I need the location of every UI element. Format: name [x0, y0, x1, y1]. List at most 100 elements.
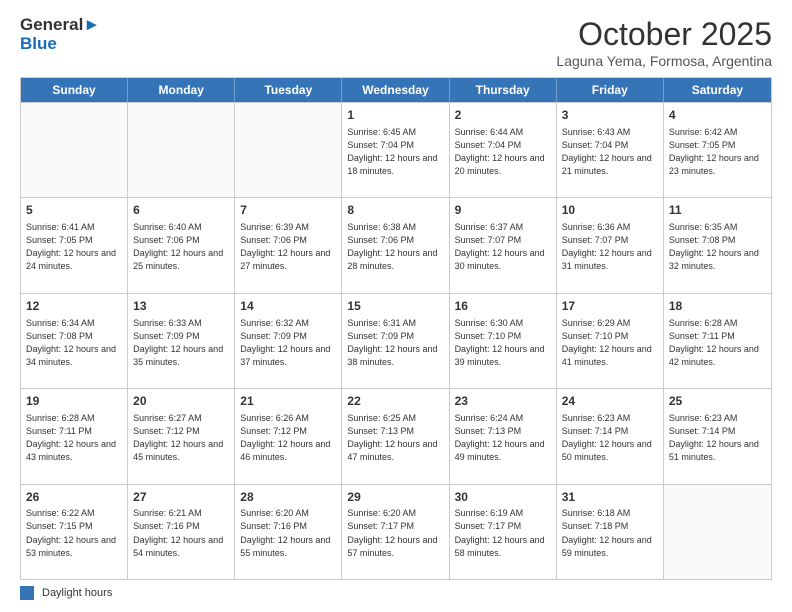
calendar-cell: 19 Sunrise: 6:28 AM Sunset: 7:11 PM Dayli…	[21, 389, 128, 483]
day-info: Sunrise: 6:31 AM Sunset: 7:09 PM Dayligh…	[347, 317, 443, 369]
calendar-cell: 21 Sunrise: 6:26 AM Sunset: 7:12 PM Dayli…	[235, 389, 342, 483]
calendar-cell: 27Sunrise: 6:21 AM Sunset: 7:16 PM Dayli…	[128, 485, 235, 579]
calendar-cell: 15 Sunrise: 6:31 AM Sunset: 7:09 PM Dayli…	[342, 294, 449, 388]
day-number: 13	[133, 298, 229, 315]
day-number: 30	[455, 489, 551, 506]
day-number: 21	[240, 393, 336, 410]
day-info: Sunrise: 6:20 AM Sunset: 7:17 PM Dayligh…	[347, 507, 443, 559]
calendar-cell: 11 Sunrise: 6:35 AM Sunset: 7:08 PM Dayli…	[664, 198, 771, 292]
day-info: Sunrise: 6:37 AM Sunset: 7:07 PM Dayligh…	[455, 221, 551, 273]
logo-blue: Blue	[20, 35, 100, 54]
day-info: Sunrise: 6:25 AM Sunset: 7:13 PM Dayligh…	[347, 412, 443, 464]
day-number: 11	[669, 202, 766, 219]
day-number: 29	[347, 489, 443, 506]
day-info: Sunrise: 6:35 AM Sunset: 7:08 PM Dayligh…	[669, 221, 766, 273]
calendar-cell: 24Sunrise: 6:23 AM Sunset: 7:14 PM Dayli…	[557, 389, 664, 483]
day-info: Sunrise: 6:18 AM Sunset: 7:18 PM Dayligh…	[562, 507, 658, 559]
footer: Daylight hours	[20, 586, 772, 600]
weekday-header: Thursday	[450, 78, 557, 102]
day-info: Sunrise: 6:22 AM Sunset: 7:15 PM Dayligh…	[26, 507, 122, 559]
calendar-cell: 31Sunrise: 6:18 AM Sunset: 7:18 PM Dayli…	[557, 485, 664, 579]
day-info: Sunrise: 6:28 AM Sunset: 7:11 PM Dayligh…	[26, 412, 122, 464]
weekday-header: Monday	[128, 78, 235, 102]
day-info: Sunrise: 6:36 AM Sunset: 7:07 PM Dayligh…	[562, 221, 658, 273]
month-title: October 2025	[556, 16, 772, 53]
logo-text-block: General► Blue	[20, 16, 100, 53]
calendar-cell: 26Sunrise: 6:22 AM Sunset: 7:15 PM Dayli…	[21, 485, 128, 579]
day-number: 9	[455, 202, 551, 219]
calendar-cell: 18 Sunrise: 6:28 AM Sunset: 7:11 PM Dayli…	[664, 294, 771, 388]
weekday-header: Sunday	[21, 78, 128, 102]
day-number: 19	[26, 393, 122, 410]
day-info: Sunrise: 6:20 AM Sunset: 7:16 PM Dayligh…	[240, 507, 336, 559]
day-number: 20	[133, 393, 229, 410]
day-info: Sunrise: 6:42 AM Sunset: 7:05 PM Dayligh…	[669, 126, 766, 178]
day-info: Sunrise: 6:24 AM Sunset: 7:13 PM Dayligh…	[455, 412, 551, 464]
calendar-cell: 22Sunrise: 6:25 AM Sunset: 7:13 PM Dayli…	[342, 389, 449, 483]
calendar-cell: 28Sunrise: 6:20 AM Sunset: 7:16 PM Dayli…	[235, 485, 342, 579]
day-info: Sunrise: 6:23 AM Sunset: 7:14 PM Dayligh…	[669, 412, 766, 464]
calendar-week-row: 26Sunrise: 6:22 AM Sunset: 7:15 PM Dayli…	[21, 484, 771, 579]
day-number: 6	[133, 202, 229, 219]
calendar-cell: 16Sunrise: 6:30 AM Sunset: 7:10 PM Dayli…	[450, 294, 557, 388]
day-number: 23	[455, 393, 551, 410]
calendar-cell: 25 Sunrise: 6:23 AM Sunset: 7:14 PM Dayli…	[664, 389, 771, 483]
day-number: 31	[562, 489, 658, 506]
day-number: 27	[133, 489, 229, 506]
calendar-cell: 17 Sunrise: 6:29 AM Sunset: 7:10 PM Dayli…	[557, 294, 664, 388]
logo-general: General►	[20, 16, 100, 35]
calendar-cell: 10 Sunrise: 6:36 AM Sunset: 7:07 PM Dayli…	[557, 198, 664, 292]
calendar-cell: 1Sunrise: 6:45 AM Sunset: 7:04 PM Daylig…	[342, 103, 449, 197]
day-number: 7	[240, 202, 336, 219]
day-info: Sunrise: 6:40 AM Sunset: 7:06 PM Dayligh…	[133, 221, 229, 273]
day-info: Sunrise: 6:39 AM Sunset: 7:06 PM Dayligh…	[240, 221, 336, 273]
day-info: Sunrise: 6:44 AM Sunset: 7:04 PM Dayligh…	[455, 126, 551, 178]
weekday-header: Wednesday	[342, 78, 449, 102]
day-number: 2	[455, 107, 551, 124]
calendar-cell: 12Sunrise: 6:34 AM Sunset: 7:08 PM Dayli…	[21, 294, 128, 388]
calendar-header: SundayMondayTuesdayWednesdayThursdayFrid…	[21, 78, 771, 102]
day-info: Sunrise: 6:32 AM Sunset: 7:09 PM Dayligh…	[240, 317, 336, 369]
day-info: Sunrise: 6:43 AM Sunset: 7:04 PM Dayligh…	[562, 126, 658, 178]
calendar-cell: 20Sunrise: 6:27 AM Sunset: 7:12 PM Dayli…	[128, 389, 235, 483]
day-number: 18	[669, 298, 766, 315]
calendar-cell	[21, 103, 128, 197]
weekday-header: Saturday	[664, 78, 771, 102]
legend-label: Daylight hours	[42, 587, 112, 599]
day-number: 25	[669, 393, 766, 410]
day-number: 14	[240, 298, 336, 315]
header: General► Blue October 2025 Laguna Yema, …	[20, 16, 772, 69]
calendar-cell: 5Sunrise: 6:41 AM Sunset: 7:05 PM Daylig…	[21, 198, 128, 292]
calendar-cell: 29Sunrise: 6:20 AM Sunset: 7:17 PM Dayli…	[342, 485, 449, 579]
day-number: 8	[347, 202, 443, 219]
day-number: 4	[669, 107, 766, 124]
location: Laguna Yema, Formosa, Argentina	[556, 53, 772, 69]
calendar-cell: 13Sunrise: 6:33 AM Sunset: 7:09 PM Dayli…	[128, 294, 235, 388]
calendar-cell: 8Sunrise: 6:38 AM Sunset: 7:06 PM Daylig…	[342, 198, 449, 292]
calendar-cell: 7 Sunrise: 6:39 AM Sunset: 7:06 PM Daylig…	[235, 198, 342, 292]
page: General► Blue October 2025 Laguna Yema, …	[0, 0, 792, 612]
calendar-cell: 3 Sunrise: 6:43 AM Sunset: 7:04 PM Daylig…	[557, 103, 664, 197]
day-number: 3	[562, 107, 658, 124]
title-block: October 2025 Laguna Yema, Formosa, Argen…	[556, 16, 772, 69]
calendar-cell: 2 Sunrise: 6:44 AM Sunset: 7:04 PM Daylig…	[450, 103, 557, 197]
day-info: Sunrise: 6:26 AM Sunset: 7:12 PM Dayligh…	[240, 412, 336, 464]
day-number: 5	[26, 202, 122, 219]
day-number: 26	[26, 489, 122, 506]
calendar-cell	[664, 485, 771, 579]
day-info: Sunrise: 6:45 AM Sunset: 7:04 PM Dayligh…	[347, 126, 443, 178]
day-info: Sunrise: 6:23 AM Sunset: 7:14 PM Dayligh…	[562, 412, 658, 464]
day-number: 10	[562, 202, 658, 219]
logo-icon-triangle: ►	[83, 15, 100, 34]
weekday-header: Tuesday	[235, 78, 342, 102]
day-number: 17	[562, 298, 658, 315]
calendar-cell: 4 Sunrise: 6:42 AM Sunset: 7:05 PM Daylig…	[664, 103, 771, 197]
day-info: Sunrise: 6:21 AM Sunset: 7:16 PM Dayligh…	[133, 507, 229, 559]
day-info: Sunrise: 6:29 AM Sunset: 7:10 PM Dayligh…	[562, 317, 658, 369]
day-number: 16	[455, 298, 551, 315]
calendar-cell: 9 Sunrise: 6:37 AM Sunset: 7:07 PM Daylig…	[450, 198, 557, 292]
day-info: Sunrise: 6:28 AM Sunset: 7:11 PM Dayligh…	[669, 317, 766, 369]
day-number: 15	[347, 298, 443, 315]
day-number: 28	[240, 489, 336, 506]
day-info: Sunrise: 6:34 AM Sunset: 7:08 PM Dayligh…	[26, 317, 122, 369]
